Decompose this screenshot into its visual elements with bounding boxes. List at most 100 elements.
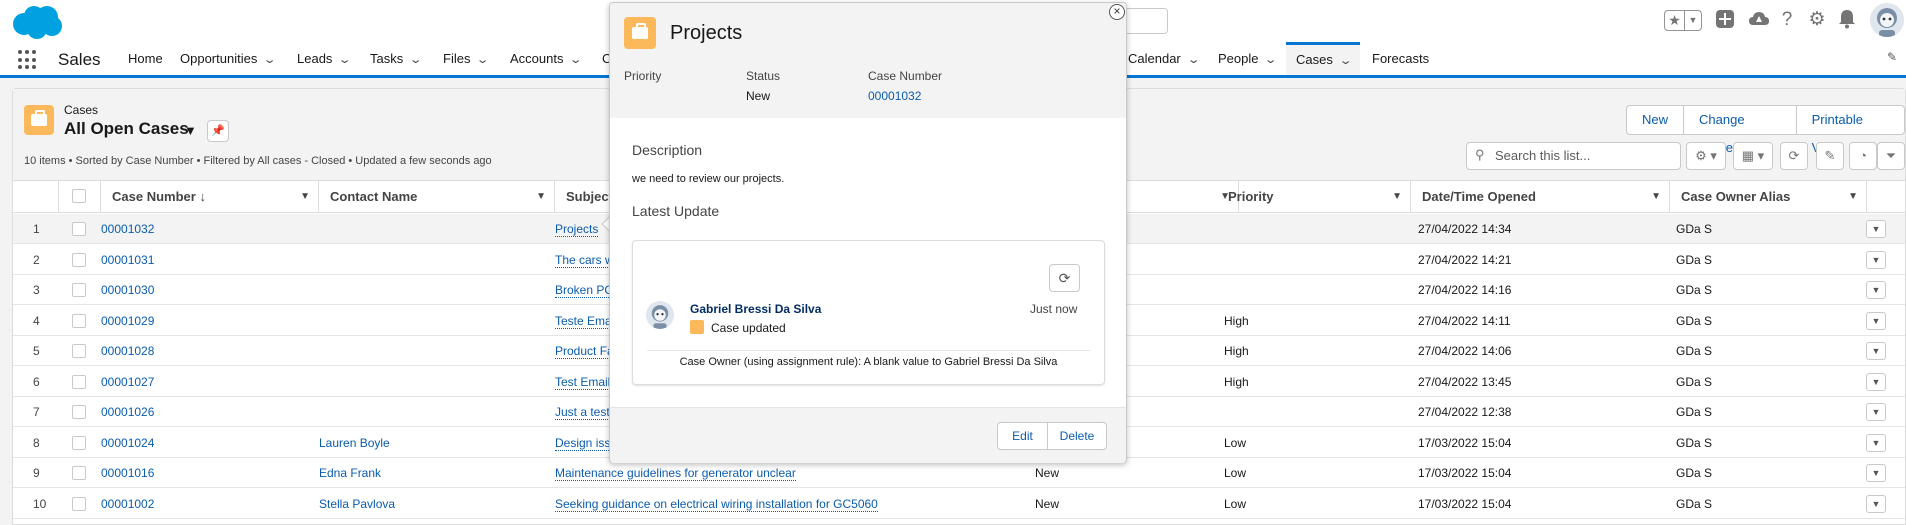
chevron-down-icon[interactable]: ⌄: [476, 44, 490, 77]
row-actions-chevron-icon[interactable]: ▼: [1866, 251, 1886, 269]
case-number-link[interactable]: 00001032: [101, 214, 154, 244]
contact-name-link[interactable]: Edna Frank: [319, 458, 381, 488]
nav-item-accounts[interactable]: Accounts ⌄: [510, 42, 583, 77]
nav-item-forecasts[interactable]: Forecasts: [1372, 42, 1429, 75]
row-actions-chevron-icon[interactable]: ▼: [1866, 464, 1886, 482]
trailhead-icon[interactable]: [1748, 9, 1770, 31]
nav-item-leads[interactable]: Leads ⌄: [297, 42, 352, 77]
row-checkbox[interactable]: [72, 405, 86, 419]
row-actions-chevron-icon[interactable]: ▼: [1866, 495, 1886, 513]
row-actions-chevron-icon[interactable]: ▼: [1866, 220, 1886, 238]
row-checkbox[interactable]: [72, 497, 86, 511]
search-list-input[interactable]: Search this list...: [1466, 142, 1681, 170]
row-checkbox[interactable]: [72, 222, 86, 236]
chevron-down-icon[interactable]: ▼: [1651, 181, 1661, 213]
charts-icon[interactable]: ◔: [1849, 142, 1877, 170]
case-number-link[interactable]: 00001028: [101, 336, 154, 366]
column-header-priority[interactable]: Priority ▼: [1217, 181, 1411, 213]
table-row[interactable]: 10 00001002 Stella Pavlova Seeking guidance…: [13, 489, 1905, 519]
contact-name-link[interactable]: Stella Pavlova: [319, 489, 395, 519]
chevron-down-icon[interactable]: ▼: [1848, 181, 1858, 213]
edit-button[interactable]: Edit: [997, 422, 1048, 450]
subject-link[interactable]: Design issi: [555, 436, 614, 451]
field-value-case-number-link[interactable]: 00001032: [868, 89, 921, 103]
column-header-case-number[interactable]: Case Number ↓ ▼: [101, 181, 319, 213]
app-launcher-icon[interactable]: [18, 50, 38, 70]
edit-nav-pencil-icon[interactable]: ✎: [1887, 50, 1897, 64]
row-actions-chevron-icon[interactable]: ▼: [1866, 312, 1886, 330]
salesforce-logo[interactable]: [10, 4, 64, 40]
nav-item-tasks[interactable]: Tasks ⌄: [370, 42, 423, 77]
row-checkbox[interactable]: [72, 314, 86, 328]
feed-timestamp[interactable]: Just now: [1030, 302, 1077, 316]
list-settings-gear-icon[interactable]: ⚙ ▾: [1686, 142, 1726, 170]
row-actions-chevron-icon[interactable]: ▼: [1866, 434, 1886, 452]
refresh-feed-button[interactable]: ⟳: [1049, 264, 1080, 292]
case-number-link[interactable]: 00001016: [101, 458, 154, 488]
subject-link[interactable]: Teste Emai: [555, 314, 615, 329]
case-number-link[interactable]: 00001026: [101, 397, 154, 427]
column-header-owner-alias[interactable]: Case Owner Alias ▼: [1670, 181, 1867, 213]
close-icon[interactable]: ×: [1109, 4, 1125, 20]
new-button[interactable]: New: [1627, 106, 1683, 134]
column-header-date-opened[interactable]: Date/Time Opened ▼: [1411, 181, 1670, 213]
subject-link[interactable]: Seeking guidance on electrical wiring in…: [555, 497, 878, 512]
chevron-down-icon[interactable]: ▼: [536, 181, 546, 213]
filter-icon[interactable]: ⏷: [1877, 142, 1905, 170]
nav-item-people[interactable]: People ⌄: [1218, 42, 1278, 77]
row-actions-chevron-icon[interactable]: ▼: [1866, 342, 1886, 360]
contact-name-link[interactable]: Lauren Boyle: [319, 428, 390, 458]
subject-link[interactable]: Just a test: [555, 405, 610, 420]
case-number-link[interactable]: 00001031: [101, 245, 154, 275]
case-number-link[interactable]: 00001030: [101, 275, 154, 305]
subject-link[interactable]: Product Fa: [555, 344, 614, 359]
nav-item-files[interactable]: Files ⌄: [443, 42, 490, 77]
row-checkbox[interactable]: [72, 466, 86, 480]
display-as-table-icon[interactable]: ▦ ▾: [1733, 142, 1773, 170]
refresh-icon[interactable]: ⟳: [1780, 142, 1808, 170]
feed-avatar[interactable]: [646, 301, 674, 329]
case-number-link[interactable]: 00001002: [101, 489, 154, 519]
select-all-checkbox[interactable]: [72, 189, 86, 203]
row-actions-chevron-icon[interactable]: ▼: [1866, 281, 1886, 299]
nav-item-cases[interactable]: Cases ⌄: [1286, 42, 1361, 76]
row-checkbox[interactable]: [72, 283, 86, 297]
row-checkbox[interactable]: [72, 375, 86, 389]
chevron-down-icon[interactable]: ⌄: [569, 44, 583, 77]
feed-actor-link[interactable]: Gabriel Bressi Da Silva: [690, 302, 821, 316]
nav-item-opportunities[interactable]: Opportunities ⌄: [180, 42, 277, 77]
list-view-title[interactable]: All Open Cases: [64, 119, 189, 139]
subject-link[interactable]: The cars w: [555, 253, 614, 268]
row-actions-chevron-icon[interactable]: ▼: [1866, 403, 1886, 421]
case-number-link[interactable]: 00001029: [101, 306, 154, 336]
add-icon[interactable]: [1714, 9, 1736, 31]
row-checkbox[interactable]: [72, 436, 86, 450]
row-actions-chevron-icon[interactable]: ▼: [1866, 373, 1886, 391]
chevron-down-icon[interactable]: ⌄: [409, 44, 423, 77]
settings-gear-icon[interactable]: ⚙: [1806, 9, 1828, 31]
subject-link[interactable]: Broken PC: [555, 283, 614, 298]
chevron-down-icon[interactable]: ⌄: [1339, 46, 1353, 76]
printable-view-button[interactable]: Printable View: [1795, 106, 1904, 155]
edit-list-pencil-icon[interactable]: ✎: [1816, 142, 1844, 170]
change-owner-button[interactable]: Change Owner: [1683, 106, 1796, 155]
column-header-contact-name[interactable]: Contact Name ▼: [319, 181, 555, 213]
user-avatar[interactable]: [1870, 3, 1904, 37]
row-checkbox[interactable]: [72, 253, 86, 267]
chevron-down-icon[interactable]: ⌄: [338, 44, 352, 77]
case-number-link[interactable]: 00001027: [101, 367, 154, 397]
row-checkbox[interactable]: [72, 344, 86, 358]
case-number-link[interactable]: 00001024: [101, 428, 154, 458]
chevron-down-icon[interactable]: ⌄: [263, 44, 277, 77]
delete-button[interactable]: Delete: [1047, 422, 1107, 450]
chevron-down-icon[interactable]: ⌄: [1264, 44, 1278, 77]
help-icon[interactable]: ?: [1776, 9, 1798, 31]
nav-item-calendar[interactable]: Calendar ⌄: [1128, 42, 1200, 77]
favorites-chevron-icon[interactable]: ▼: [1685, 11, 1701, 30]
list-view-picker-chevron-icon[interactable]: ▼: [184, 123, 197, 138]
chevron-down-icon[interactable]: ⌄: [1186, 44, 1200, 77]
pin-list-view-button[interactable]: 📌: [207, 120, 229, 142]
chevron-down-icon[interactable]: ▼: [1392, 181, 1402, 213]
subject-link[interactable]: Maintenance guidelines for generator unc…: [555, 466, 796, 481]
subject-link[interactable]: Projects: [555, 222, 599, 237]
